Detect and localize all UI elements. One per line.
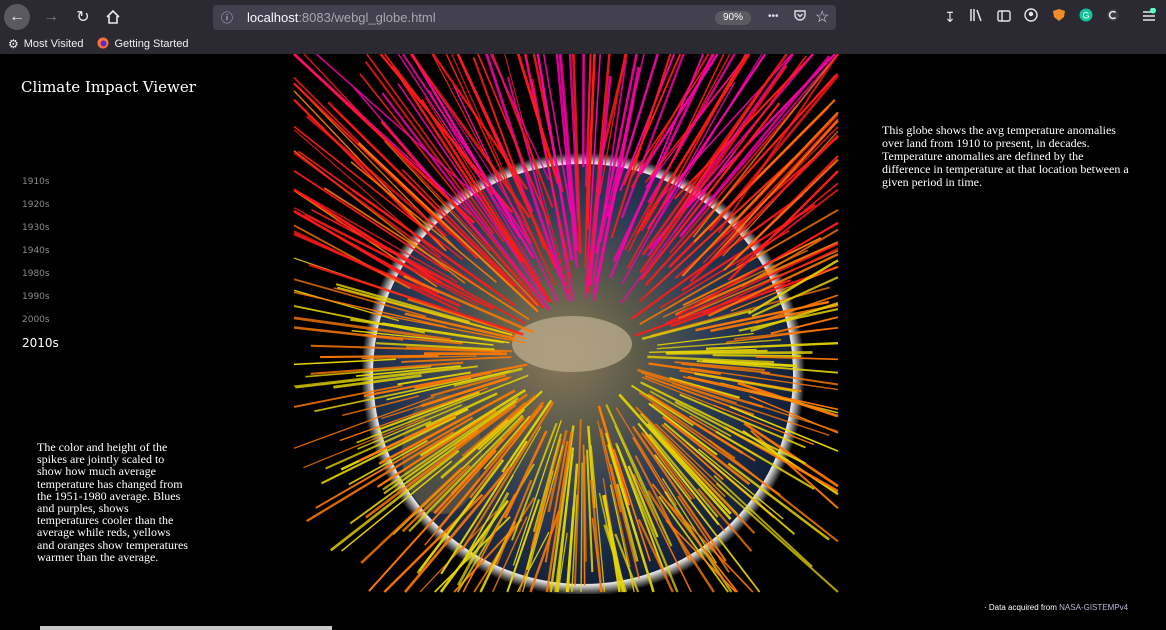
bookmark-label: Most Visited	[23, 38, 84, 50]
decade-1930s[interactable]: 1930s	[22, 222, 59, 245]
data-credit: · Data acquired from NASA-GISTEMPv4	[984, 603, 1128, 612]
extension-shield-icon[interactable]	[1050, 8, 1068, 26]
url-text: localhost:8083/webgl_globe.html	[247, 10, 436, 25]
temperature-spike	[319, 354, 439, 359]
reload-icon: ↻	[76, 9, 90, 26]
page-content: Climate Impact Viewer 1910s 1920s 1930s …	[0, 53, 1166, 630]
download-icon[interactable]: ↧	[941, 8, 959, 26]
credit-prefix: · Data acquired from	[984, 603, 1060, 612]
home-button[interactable]	[100, 4, 126, 30]
url-host: localhost	[247, 10, 299, 25]
url-path: :8083/webgl_globe.html	[298, 10, 436, 25]
arrow-right-icon: →	[43, 8, 59, 25]
page-title: Climate Impact Viewer	[21, 78, 196, 96]
bookmarks-bar: ⚙ Most Visited Getting Started	[0, 34, 1166, 54]
info-icon[interactable]: ⓘ	[221, 9, 239, 26]
account-icon[interactable]	[1022, 8, 1040, 26]
zoom-badge[interactable]: 90%	[715, 11, 752, 25]
menu-icon[interactable]	[1140, 7, 1158, 26]
grammarly-icon[interactable]: G	[1077, 8, 1095, 26]
decade-2000s[interactable]: 2000s	[22, 314, 59, 337]
decade-1940s[interactable]: 1940s	[22, 245, 59, 268]
landmass	[512, 316, 632, 372]
temperature-spike	[712, 354, 802, 358]
browser-toolbar: ← → ↻ ⓘ localhost:8083/webgl_globe.html …	[0, 0, 1166, 34]
svg-text:G: G	[1082, 11, 1089, 21]
decade-1980s[interactable]: 1980s	[22, 268, 59, 291]
forward-button[interactable]: →	[38, 4, 64, 30]
firefox-icon	[97, 37, 109, 52]
temperature-spike	[717, 53, 839, 234]
decade-1910s[interactable]: 1910s	[22, 176, 59, 199]
library-icon[interactable]	[968, 8, 986, 26]
arrow-left-icon: ←	[9, 8, 25, 25]
legend-description: The color and height of the spikes are j…	[37, 440, 188, 564]
home-icon	[106, 9, 120, 24]
reload-button[interactable]: ↻	[70, 4, 96, 30]
bookmark-getting-started[interactable]: Getting Started	[97, 37, 188, 52]
page-actions-icon[interactable]: •••	[768, 11, 779, 22]
bookmark-label: Getting Started	[114, 38, 189, 50]
gear-icon: ⚙	[8, 37, 19, 51]
decade-2010s[interactable]: 2010s	[22, 337, 59, 360]
globe-visualization[interactable]	[292, 53, 840, 596]
extension-icon[interactable]	[1104, 8, 1122, 26]
back-button[interactable]: ←	[4, 4, 30, 30]
pocket-icon[interactable]	[793, 9, 807, 26]
globe-canvas[interactable]	[292, 53, 840, 596]
bookmark-star-icon[interactable]: ☆	[815, 7, 829, 27]
url-bar[interactable]: ⓘ localhost:8083/webgl_globe.html 90% ••…	[213, 5, 836, 30]
decade-1920s[interactable]: 1920s	[22, 199, 59, 222]
sidebar-icon[interactable]	[995, 8, 1013, 26]
temperature-spike	[582, 444, 586, 586]
bookmark-most-visited[interactable]: ⚙ Most Visited	[8, 37, 83, 51]
decade-list: 1910s 1920s 1930s 1940s 1980s 1990s 2000…	[22, 176, 59, 360]
globe-description: This globe shows the avg temperature ano…	[882, 123, 1129, 189]
decade-1990s[interactable]: 1990s	[22, 291, 59, 314]
temperature-spike	[666, 351, 813, 355]
scroll-indicator	[40, 626, 332, 630]
credit-source: NASA-GISTEMPv4	[1059, 603, 1129, 612]
